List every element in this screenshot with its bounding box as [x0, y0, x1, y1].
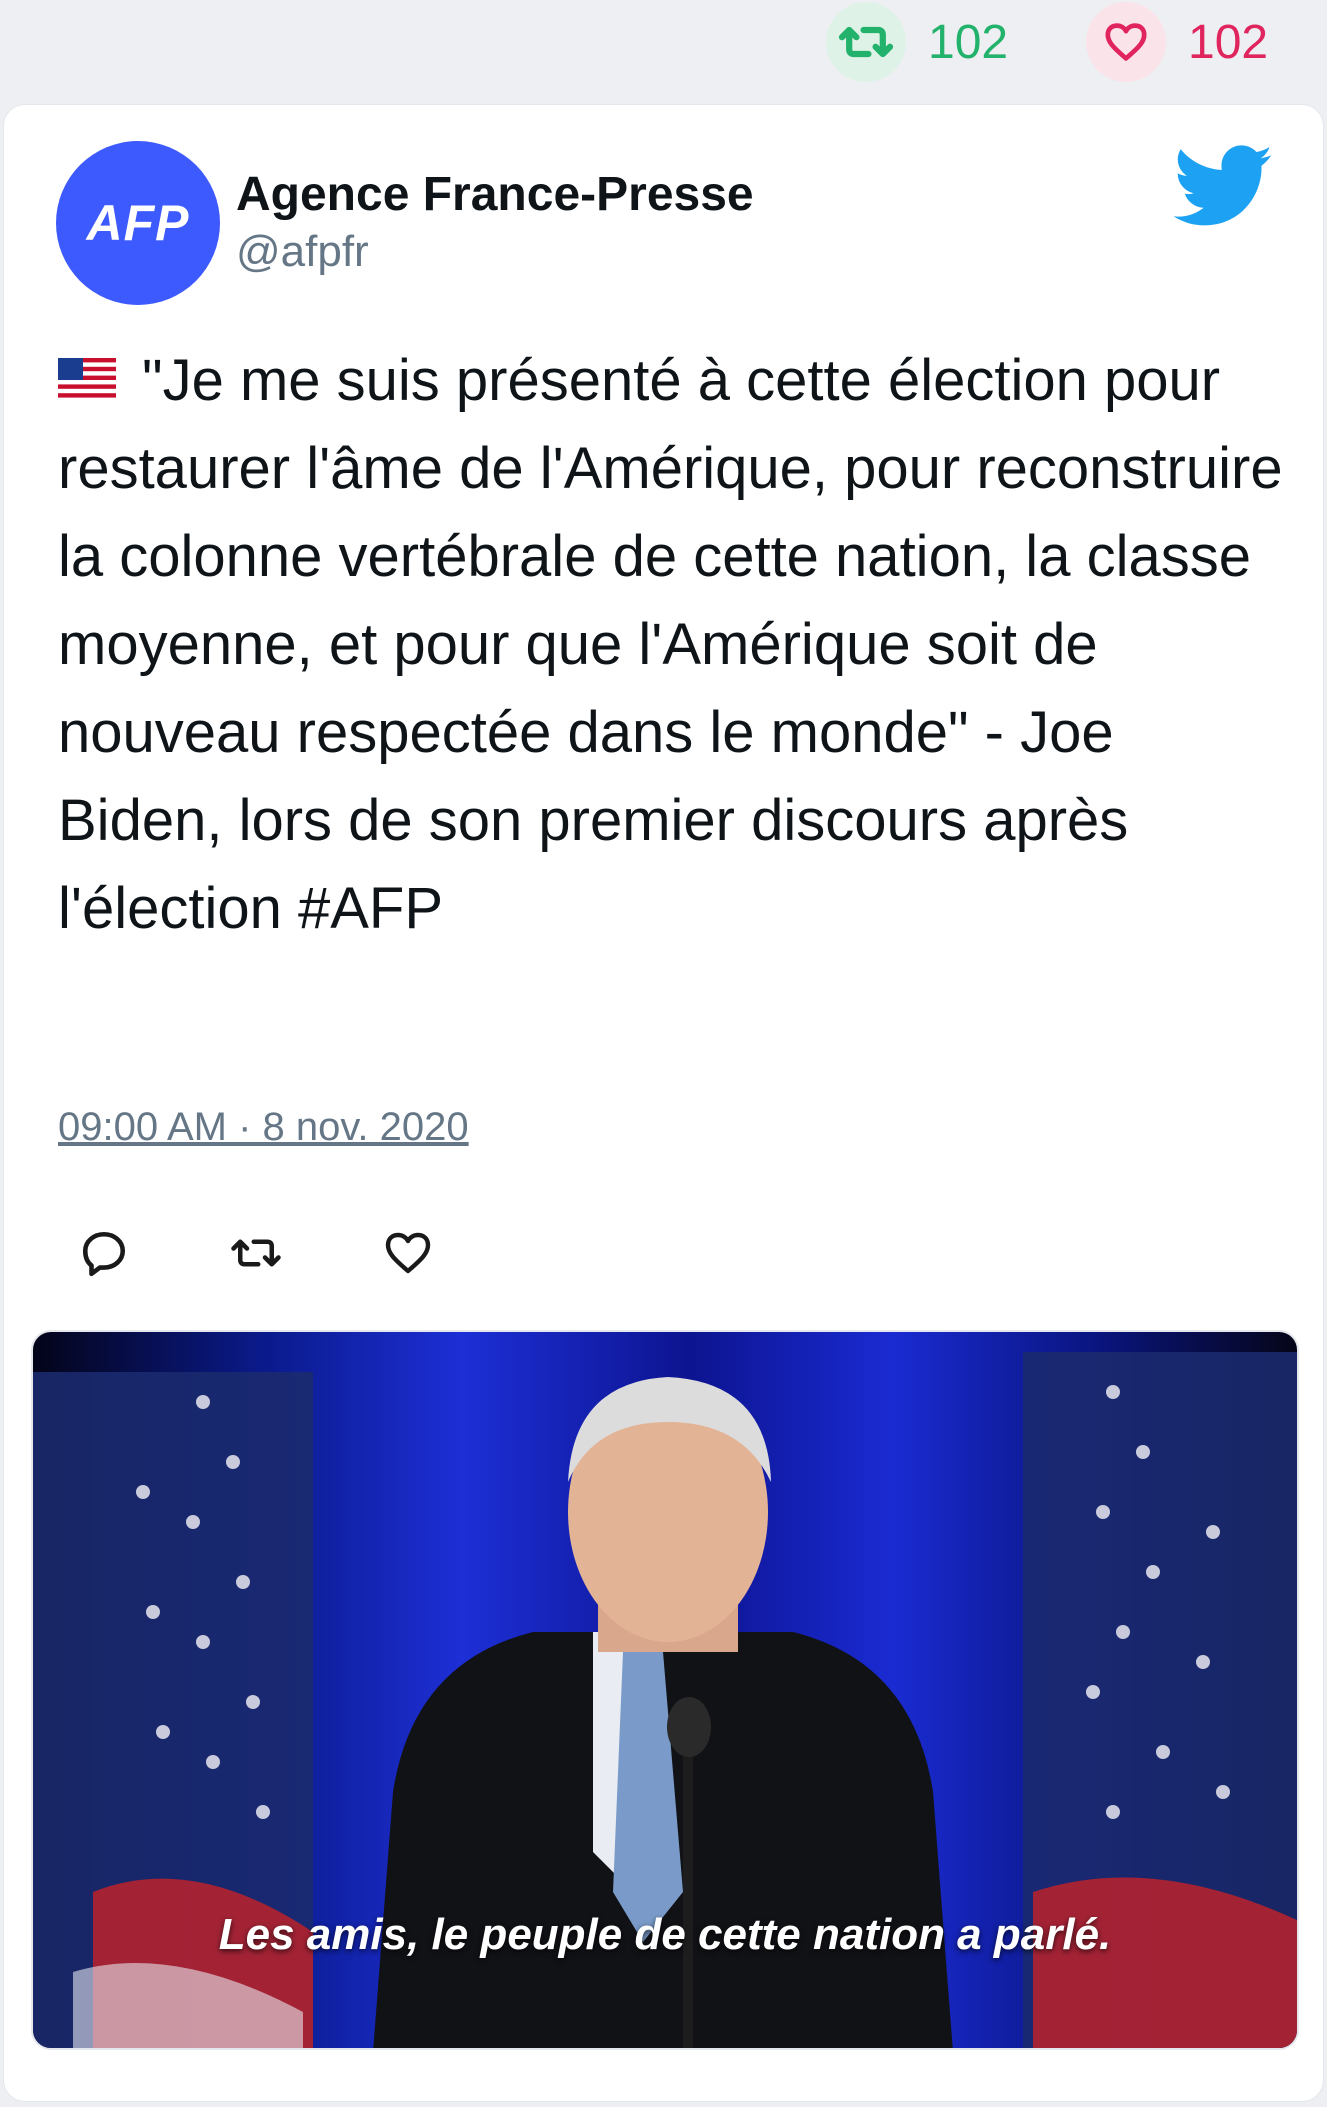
- like-count: 102: [1188, 15, 1269, 69]
- tweet-actions: [74, 1223, 530, 1293]
- tweet-card: AFP Agence France-Presse @afpfr "Je me s…: [3, 104, 1324, 2102]
- tweet-body: "Je me suis présenté à cette élection po…: [58, 348, 1283, 941]
- reply-icon[interactable]: [74, 1223, 134, 1283]
- tweet-text: "Je me suis présenté à cette élection po…: [58, 337, 1288, 953]
- top-stats-bar: 102 102: [0, 0, 1327, 92]
- us-flag-icon: [58, 358, 116, 398]
- twitter-bird-icon[interactable]: [1173, 145, 1274, 229]
- author-name[interactable]: Agence France-Presse: [236, 167, 754, 222]
- heart-icon: [1086, 2, 1166, 82]
- avatar-logo-text: AFP: [86, 195, 190, 251]
- retweet-stat[interactable]: 102: [826, 0, 1008, 84]
- retweet-icon: [826, 2, 906, 82]
- retweet-action-icon[interactable]: [226, 1223, 286, 1283]
- like-stat[interactable]: 102: [1086, 0, 1268, 84]
- retweet-count: 102: [928, 15, 1009, 69]
- author-handle[interactable]: @afpfr: [236, 227, 369, 277]
- tweet-media-video[interactable]: Les amis, le peuple de cette nation a pa…: [31, 1330, 1299, 2050]
- video-caption: Les amis, le peuple de cette nation a pa…: [218, 1910, 1112, 1959]
- avatar[interactable]: AFP: [56, 141, 220, 305]
- like-action-icon[interactable]: [378, 1223, 438, 1283]
- tweet-timestamp[interactable]: 09:00 AM · 8 nov. 2020: [58, 1105, 469, 1150]
